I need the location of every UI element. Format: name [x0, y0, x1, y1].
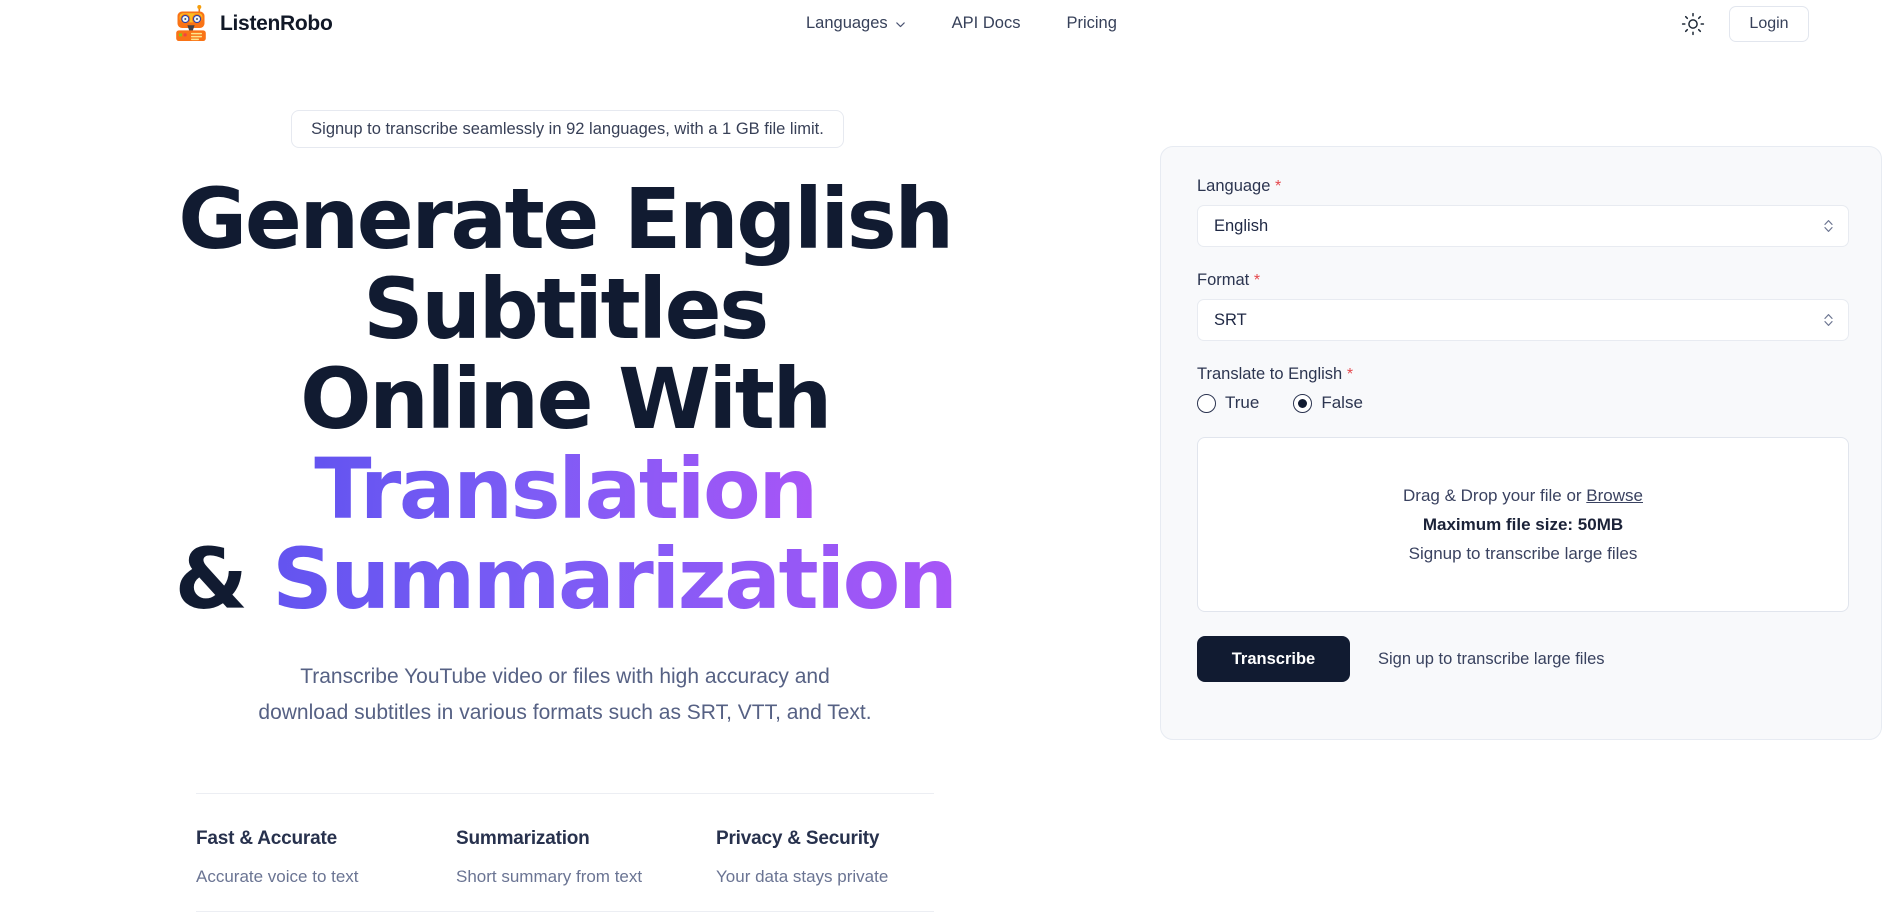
hero-subtitle: Transcribe YouTube video or files with h… [0, 659, 1130, 731]
feature-desc: Short summary from text [456, 867, 643, 886]
headline-line-2-accent: Translation [314, 440, 818, 538]
dropzone-signup-note: Signup to transcribe large files [1408, 543, 1638, 563]
translate-label-text: Translate to English [1197, 365, 1343, 383]
format-label: Format * [1197, 271, 1845, 290]
nav-item-pricing[interactable]: Pricing [1066, 14, 1116, 33]
browse-link[interactable]: Browse [1586, 486, 1643, 505]
sun-icon[interactable] [1679, 10, 1707, 38]
feature-item: Fast & Accurate Accurate voice to text [196, 828, 456, 887]
feature-list: Fast & Accurate Accurate voice to text S… [196, 828, 1130, 887]
nav-item-api-docs[interactable]: API Docs [952, 14, 1021, 33]
radio-true-label: True [1225, 393, 1260, 412]
feature-desc: Accurate voice to text [196, 867, 359, 886]
nav-item-languages[interactable]: Languages [806, 14, 906, 33]
headline-line-1: Generate English Subtitles [178, 170, 954, 358]
feature-title: Privacy & Security [716, 828, 880, 849]
language-select[interactable]: English [1197, 205, 1849, 247]
chevron-down-icon [895, 22, 905, 28]
stepper-chevrons-icon [1824, 220, 1833, 232]
radio-true[interactable]: True [1197, 393, 1259, 413]
hero-section: Signup to transcribe seamlessly in 92 la… [0, 110, 1130, 912]
headline-line-3-accent: Summarization [272, 530, 957, 628]
format-label-text: Format [1197, 271, 1250, 289]
nav-item-languages-label: Languages [806, 14, 888, 32]
dropzone-prompt: Drag & Drop your file or Browse [1403, 486, 1643, 506]
file-dropzone[interactable]: Drag & Drop your file or Browse Maximum … [1197, 437, 1849, 612]
hero-subtitle-line-1: Transcribe YouTube video or files with h… [300, 665, 830, 688]
page-title: Generate English Subtitles Online With T… [0, 174, 1130, 624]
dropzone-prompt-prefix: Drag & Drop your file or [1403, 485, 1587, 505]
feature-item: Summarization Short summary from text [456, 828, 716, 887]
radio-false[interactable]: False [1293, 393, 1363, 413]
radio-false-label: False [1321, 393, 1363, 412]
required-marker: * [1346, 366, 1354, 383]
robot-icon [176, 5, 206, 41]
feature-item: Privacy & Security Your data stays priva… [716, 828, 976, 887]
language-label: Language * [1197, 177, 1845, 196]
brand-logo[interactable]: ListenRobo [172, 5, 333, 43]
main-navigation: Languages API Docs Pricing [806, 14, 1117, 33]
header-actions: Login [1679, 6, 1891, 42]
nav-item-pricing-label: Pricing [1066, 14, 1117, 32]
site-header: ListenRobo Languages API Docs Pricing Lo… [0, 0, 1891, 52]
translate-radio-group: True False [1197, 393, 1845, 413]
radio-true-indicator [1197, 393, 1216, 413]
radio-false-indicator [1293, 393, 1313, 413]
transcribe-button[interactable]: Transcribe [1197, 636, 1350, 682]
hero-subtitle-line-2: download subtitles in various formats su… [258, 701, 872, 724]
sun-icon-glyph [1681, 12, 1705, 36]
promo-banner[interactable]: Signup to transcribe seamlessly in 92 la… [291, 110, 844, 148]
nav-item-api-docs-label: API Docs [951, 14, 1021, 32]
language-label-text: Language [1197, 177, 1271, 195]
signup-large-files-link[interactable]: Sign up to transcribe large files [1378, 650, 1605, 669]
language-select-wrap: English [1197, 205, 1849, 247]
headline-line-3-plain: & [174, 530, 273, 628]
dropzone-max-size: Maximum file size: 50MB [1422, 514, 1624, 534]
brand-name: ListenRobo [220, 12, 333, 35]
format-select[interactable]: SRT [1197, 299, 1849, 341]
translate-label: Translate to English * [1197, 365, 1845, 384]
transcription-form-panel: Language * English Format * SRT Translat… [1160, 146, 1882, 740]
feature-desc: Your data stays private [716, 867, 889, 886]
format-select-wrap: SRT [1197, 299, 1849, 341]
login-button[interactable]: Login [1729, 6, 1809, 42]
stepper-chevrons-icon [1824, 314, 1833, 326]
feature-title: Fast & Accurate [196, 828, 337, 849]
form-actions: Transcribe Sign up to transcribe large f… [1197, 636, 1845, 682]
headline-line-2-plain: Online With [300, 350, 832, 448]
required-marker: * [1253, 272, 1261, 289]
divider-top [196, 793, 934, 794]
feature-title: Summarization [456, 828, 590, 849]
required-marker: * [1275, 178, 1282, 195]
